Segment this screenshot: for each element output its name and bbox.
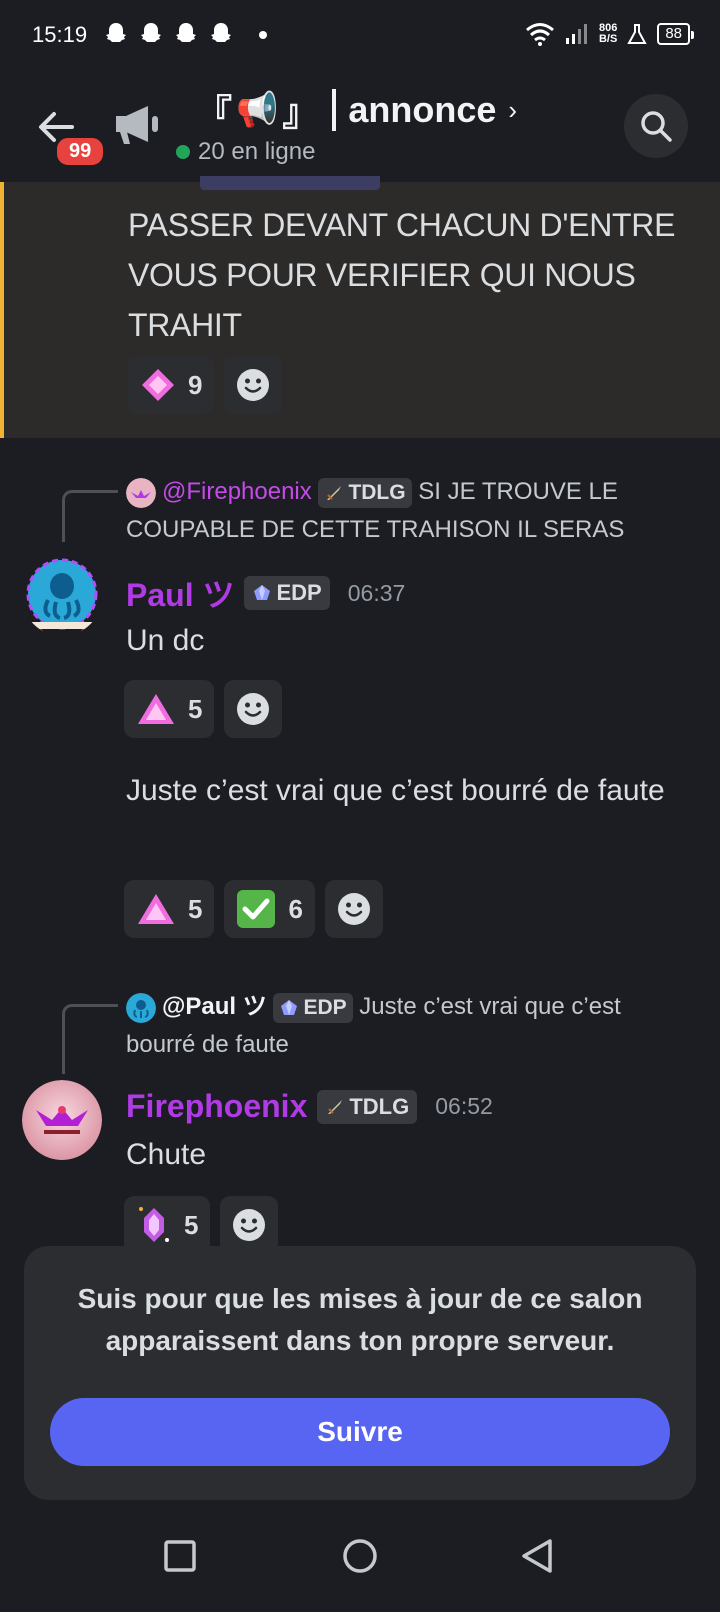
role-tag: TDLG (318, 477, 412, 508)
follow-description: Suis pour que les mises à jour de ce sal… (77, 1283, 643, 1356)
channel-separator (332, 89, 337, 131)
reply-preview[interactable]: @Paul ツ EDP Juste c’est vrai que c’est b… (126, 988, 696, 1064)
message-timestamp: 06:37 (347, 579, 406, 606)
reaction-button[interactable]: 9 (128, 356, 215, 414)
online-count: 20 en ligne (176, 138, 315, 166)
avatar (126, 992, 156, 1023)
search-button[interactable] (624, 94, 688, 158)
search-icon (641, 111, 672, 142)
wifi-icon (525, 23, 554, 46)
snapchat-icon (141, 23, 161, 42)
megaphone-emoji-icon: 📢 (236, 91, 279, 129)
network-speed: 806 B/S (599, 23, 617, 45)
gem-icon (254, 585, 271, 600)
channel-title[interactable]: 『 📢 』 annonce › (196, 84, 517, 136)
message-text: Juste c’est vrai que c’est bourré de fau… (126, 774, 665, 807)
more-notifications-dot (259, 31, 267, 39)
back-triangle-icon[interactable] (518, 1536, 558, 1576)
smiley-icon (233, 1209, 266, 1241)
pink-diamond-icon (142, 369, 174, 401)
reaction-count: 5 (188, 693, 203, 724)
avatar[interactable] (22, 1080, 102, 1160)
reaction-button[interactable]: 6 (224, 880, 315, 938)
reaction-count: 5 (188, 893, 203, 924)
status-right: 806 B/S 88 (525, 22, 694, 46)
add-reaction-button[interactable] (224, 356, 283, 414)
online-count-text: 20 en ligne (198, 138, 316, 165)
reply-connector (62, 1004, 118, 1074)
username[interactable]: Firephoenix (126, 1088, 307, 1125)
username[interactable]: Paul ツ (126, 570, 234, 616)
follow-channel-card: Suis pour que les mises à jour de ce sal… (24, 1246, 696, 1500)
status-bar: 15:19 806 B/S 88 (0, 0, 720, 72)
channel-bracket-left: 『 (196, 92, 233, 133)
reply-connector (62, 490, 118, 542)
add-reaction-button[interactable] (324, 880, 383, 938)
message-text: Chute (126, 1138, 207, 1171)
mention-highlight (200, 176, 380, 190)
message-author-row: Paul ツ EDP 06:37 (126, 570, 405, 616)
add-reaction-button[interactable] (224, 680, 283, 738)
role-tag-label: TDLG (348, 480, 406, 504)
role-tag-label: EDP (276, 580, 322, 605)
pink-triangle-icon (138, 894, 174, 924)
recent-apps-icon[interactable] (160, 1536, 200, 1576)
smiley-icon (337, 893, 370, 925)
announcement-channel-icon (116, 106, 158, 144)
sword-icon (327, 485, 342, 500)
reaction-bar: 5 6 (124, 880, 383, 938)
green-check-icon (237, 890, 276, 928)
role-tag-label: EDP (303, 995, 347, 1019)
snapchat-icon (211, 23, 231, 42)
avatar (126, 477, 156, 508)
signal-icon (565, 24, 587, 44)
avatar[interactable] (22, 556, 102, 636)
pink-triangle-icon (138, 694, 174, 724)
reaction-count: 9 (188, 369, 203, 400)
status-time: 15:19 (32, 22, 88, 47)
snapchat-icon (106, 23, 126, 42)
network-speed-unit: B/S (598, 33, 618, 45)
reaction-bar: 5 (124, 680, 283, 738)
smiley-icon (237, 369, 270, 401)
message-timestamp: 06:52 (435, 1093, 493, 1119)
role-tag-label: TDLG (349, 1093, 410, 1119)
smiley-icon (237, 693, 270, 725)
notification-icons (104, 22, 233, 48)
purple-crystal-icon (139, 1207, 169, 1242)
reaction-count: 6 (288, 893, 303, 924)
flask-icon (627, 24, 647, 44)
reply-mention[interactable]: @Paul ツ (162, 993, 267, 1020)
role-tag: TDLG (317, 1089, 418, 1124)
snapchat-icon (176, 23, 196, 42)
online-dot-icon (176, 145, 190, 159)
unread-badge: 99 (54, 135, 107, 168)
role-tag: EDP (244, 576, 330, 610)
reaction-button[interactable]: 5 (124, 880, 215, 938)
battery-indicator: 88 (657, 23, 694, 45)
message-text: Un dc (126, 624, 205, 657)
sword-icon (328, 1099, 343, 1114)
reaction-bar: 9 (128, 356, 283, 414)
system-navigation-bar (0, 1500, 720, 1612)
channel-header: 99 『 📢 』 annonce › 20 en ligne (0, 72, 720, 182)
chevron-right-icon: › (508, 94, 518, 125)
message-text: PASSER DEVANT CHACUN D'ENTRE VOUS POUR V… (128, 207, 676, 343)
reaction-button[interactable]: 5 (124, 680, 215, 738)
channel-name: annonce (348, 89, 497, 130)
home-icon[interactable] (340, 1536, 380, 1576)
highlighted-message[interactable]: PASSER DEVANT CHACUN D'ENTRE VOUS POUR V… (0, 176, 720, 438)
reply-mention[interactable]: @Firephoenix (162, 478, 312, 505)
channel-bracket-right: 』 (282, 92, 319, 133)
follow-button[interactable]: Suivre (50, 1398, 670, 1466)
role-tag: EDP (273, 992, 353, 1023)
reaction-count: 5 (184, 1209, 199, 1240)
gem-icon (281, 999, 298, 1015)
message-author-row: Firephoenix TDLG 06:52 (126, 1088, 493, 1125)
reply-preview[interactable]: @Firephoenix TDLG SI JE TROUVE LE COUPAB… (126, 473, 696, 549)
